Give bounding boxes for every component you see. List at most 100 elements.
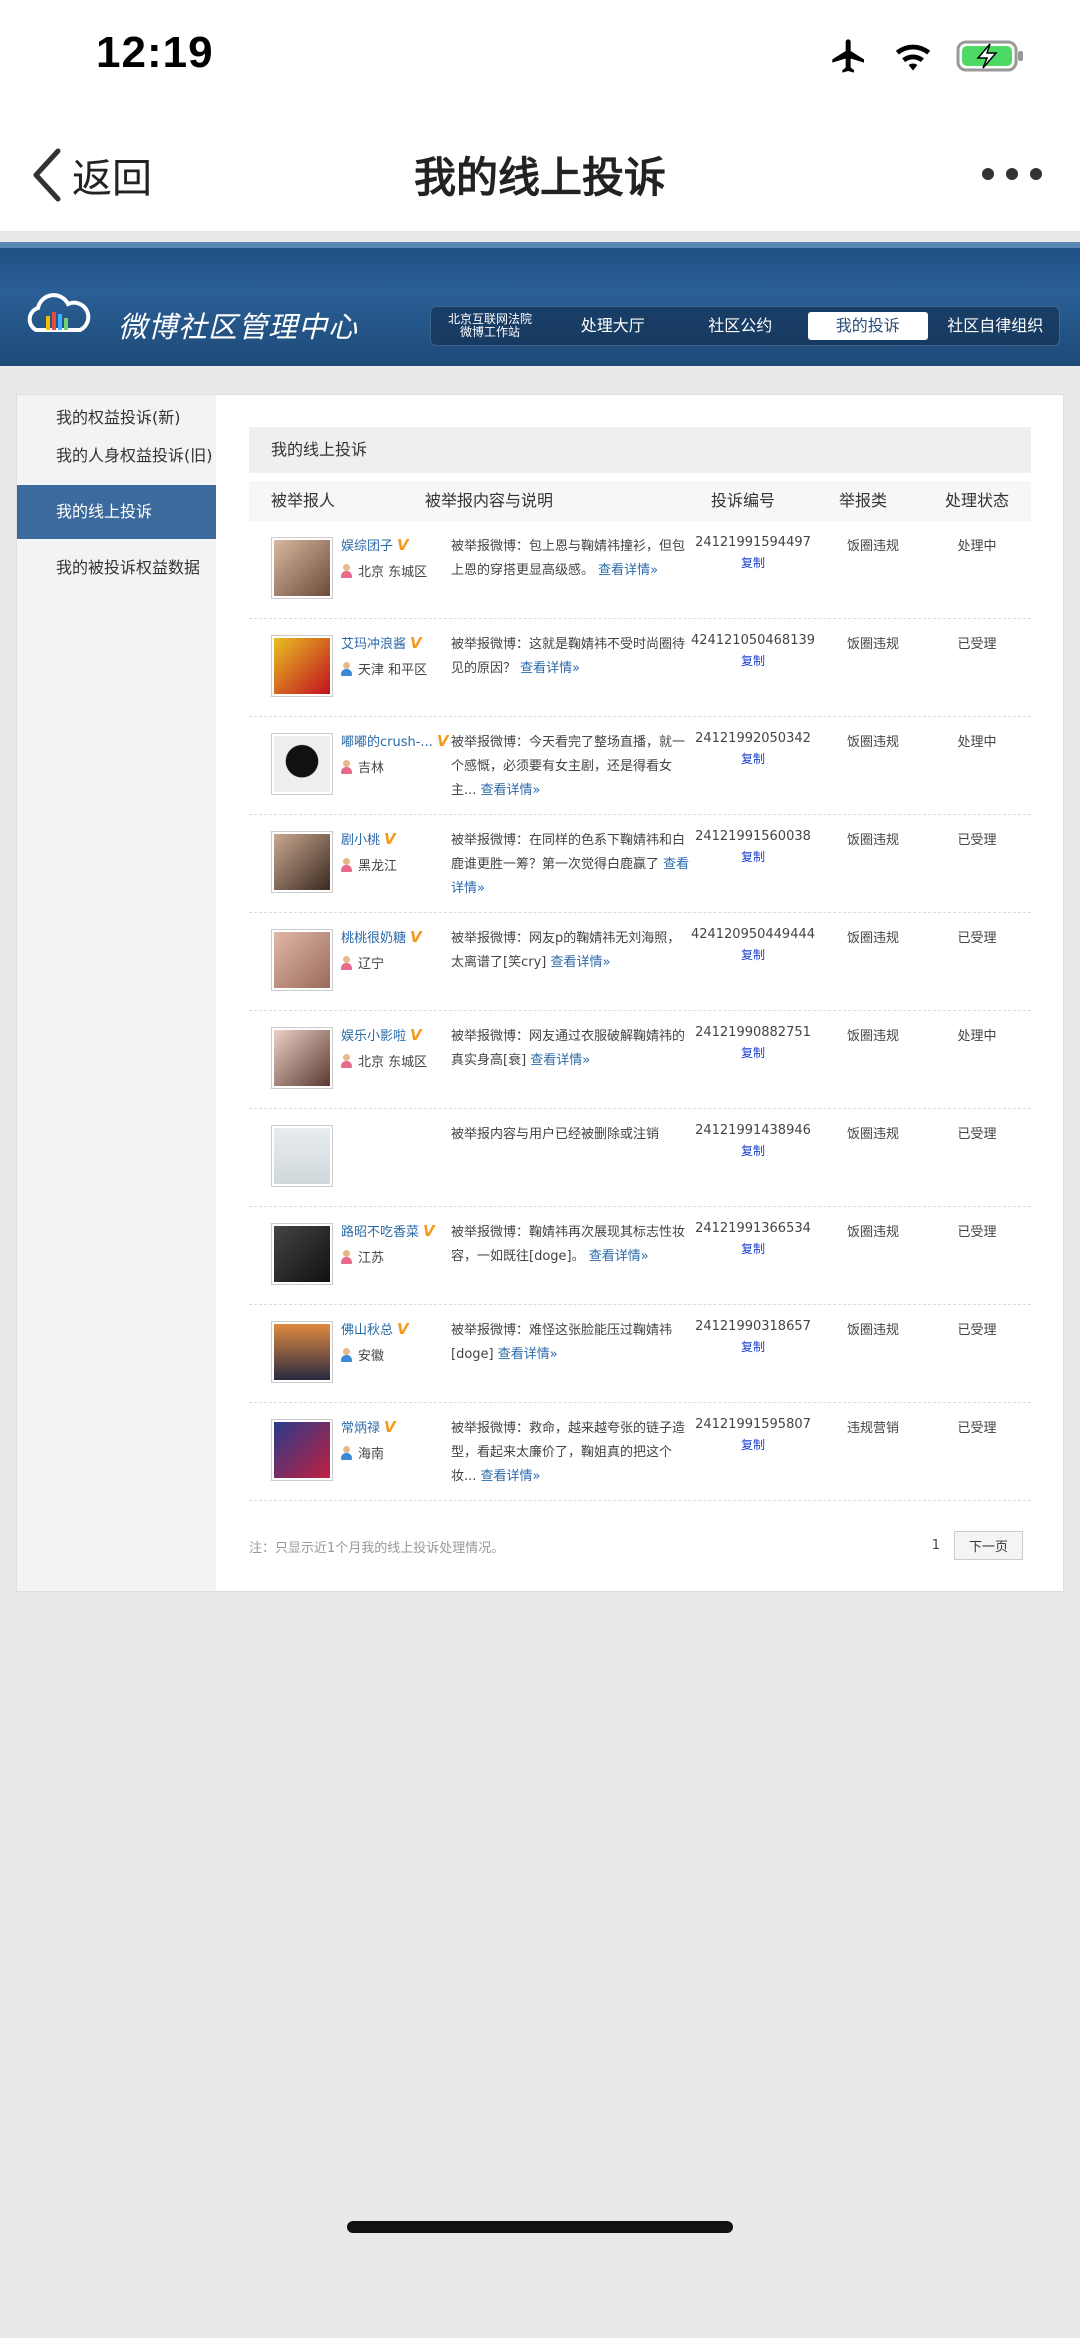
complaint-id-text: 24121990318657: [695, 1319, 811, 1334]
person-icon: [341, 563, 352, 578]
complaint-id: 24121990318657 复制: [683, 1319, 823, 1355]
user-name-link[interactable]: 娱综团子 V: [341, 535, 451, 555]
more-menu-button[interactable]: [982, 168, 1042, 180]
status-time: 12:19: [96, 28, 214, 77]
copy-button[interactable]: 复制: [683, 1044, 823, 1061]
complaint-category: 饭圈违规: [846, 1029, 899, 1044]
wifi-icon: [895, 44, 931, 71]
user-name-link[interactable]: 路昭不吃香菜 V: [341, 1221, 451, 1241]
copy-button[interactable]: 复制: [683, 554, 823, 571]
table-row: 嘟嘟的crush-... V 吉林 被举报微博：今天看完了整场直播，就一个感慨，必…: [249, 717, 1031, 815]
avatar[interactable]: [271, 537, 333, 599]
avatar[interactable]: [271, 733, 333, 795]
sidebar-item-personal-rights-old[interactable]: 我的人身权益投诉(旧): [17, 435, 216, 477]
complaint-content: 被举报微博：在同样的色系下鞠婧祎和白鹿谁更胜一筹？第一次觉得白鹿赢了 查看详情»: [451, 829, 693, 901]
user-location: 海南: [341, 1443, 451, 1462]
menu-item-convention[interactable]: 社区公约: [681, 312, 801, 340]
complaint-status: 处理中: [957, 1029, 997, 1044]
sidebar-item-rights-new[interactable]: 我的权益投诉(新): [17, 401, 216, 435]
view-detail-link[interactable]: 查看详情»: [520, 661, 580, 676]
complaint-id-text: 424120950449444: [690, 927, 816, 942]
user-name-link[interactable]: 艾玛冲浪酱 V: [341, 633, 451, 653]
complaint-category: 饭圈违规: [846, 833, 899, 848]
footer-note: 注：只显示近1个月我的线上投诉处理情况。: [249, 1541, 505, 1556]
copy-button[interactable]: 复制: [683, 848, 823, 865]
complaint-category: 饭圈违规: [846, 1225, 899, 1240]
complaint-content: 被举报微博：网友p的鞠婧祎无刘海照，太离谱了[笑cry] 查看详情»: [451, 927, 693, 975]
person-icon: [341, 759, 352, 774]
dot-icon: [1030, 168, 1042, 180]
location-text: 安徽: [358, 1349, 385, 1364]
copy-button[interactable]: 复制: [683, 1142, 823, 1159]
avatar[interactable]: [271, 1027, 333, 1089]
view-detail-link[interactable]: 查看详情»: [498, 1347, 558, 1362]
copy-button[interactable]: 复制: [683, 946, 823, 963]
reported-user: 常炳禄 V 海南: [341, 1417, 451, 1462]
complaint-category: 饭圈违规: [846, 1127, 899, 1142]
copy-button[interactable]: 复制: [683, 750, 823, 767]
menu-item-my-complaints[interactable]: 我的投诉: [808, 312, 928, 340]
next-page-button[interactable]: 下一页: [953, 1531, 1023, 1560]
complaint-id-text: 24121990882751: [695, 1025, 811, 1040]
complaint-id-text: 424121050468139: [690, 633, 816, 648]
avatar[interactable]: [271, 1419, 333, 1481]
view-detail-link[interactable]: 查看详情»: [550, 955, 610, 970]
complaint-id: 24121990882751 复制: [683, 1025, 823, 1061]
complaint-list: 我的线上投诉 被举报人 被举报内容与说明 投诉编号 举报类 处理状态 娱综团子 V…: [249, 427, 1031, 1501]
user-name-link[interactable]: 剧小桃 V: [341, 829, 451, 849]
location-text: 北京 东城区: [358, 1055, 428, 1070]
complaint-content: 被举报微博：今天看完了整场直播，就一个感慨，必须要有女主剧，还是得看女主... …: [451, 731, 693, 803]
sidebar-item-complained-data[interactable]: 我的被投诉权益数据: [17, 547, 216, 589]
cloud-logo-icon: [27, 293, 91, 332]
view-detail-link[interactable]: 查看详情»: [589, 1249, 649, 1264]
location-text: 黑龙江: [358, 859, 398, 874]
user-name-link[interactable]: 娱乐小影啦 V: [341, 1025, 451, 1045]
verified-v-icon: V: [423, 1221, 435, 1240]
user-name-link[interactable]: 嘟嘟的crush-... V: [341, 731, 451, 751]
user-name-link[interactable]: 常炳禄 V: [341, 1417, 451, 1437]
complaint-status: 已受理: [957, 931, 997, 946]
copy-button[interactable]: 复制: [683, 1436, 823, 1453]
court-link[interactable]: 北京互联网法院 微博工作站: [431, 313, 549, 339]
content-text: 被举报内容与用户已经被删除或注销: [451, 1127, 660, 1142]
content-text: 被举报微博：难怪这张脸能压过鞠婧祎[doge]: [451, 1323, 673, 1362]
location-text: 辽宁: [358, 957, 385, 972]
complaint-status: 处理中: [957, 735, 997, 750]
view-detail-link[interactable]: 查看详情»: [598, 563, 658, 578]
copy-button[interactable]: 复制: [683, 1338, 823, 1355]
table-row: 桃桃很奶糖 V 辽宁 被举报微博：网友p的鞠婧祎无刘海照，太离谱了[笑cry] 查…: [249, 913, 1031, 1011]
table-row: 常炳禄 V 海南 被举报微博：救命，越来越夸张的链子造型，看起来太廉价了，鞠姐真的…: [249, 1403, 1031, 1501]
location-text: 海南: [358, 1447, 385, 1462]
user-name-link[interactable]: 佛山秋总 V: [341, 1319, 451, 1339]
reported-user: 佛山秋总 V 安徽: [341, 1319, 451, 1364]
sidebar-item-online-complaints[interactable]: 我的线上投诉: [17, 485, 216, 539]
user-location: 北京 东城区: [341, 1051, 451, 1070]
avatar[interactable]: [271, 1125, 333, 1187]
reported-user: 路昭不吃香菜 V 江苏: [341, 1221, 451, 1266]
user-name-link[interactable]: 桃桃很奶糖 V: [341, 927, 451, 947]
complaint-id: 24121991560038 复制: [683, 829, 823, 865]
page-number[interactable]: 1: [932, 1538, 940, 1553]
complaint-content: 被举报微博：鞠婧祎再次展现其标志性妆容，一如既往[doge]。 查看详情»: [451, 1221, 693, 1269]
person-icon: [341, 1347, 352, 1362]
avatar[interactable]: [271, 831, 333, 893]
table-row: 佛山秋总 V 安徽 被举报微博：难怪这张脸能压过鞠婧祎[doge] 查看详情» 2…: [249, 1305, 1031, 1403]
content-text: 被举报微博：在同样的色系下鞠婧祎和白鹿谁更胜一筹？第一次觉得白鹿赢了: [451, 833, 686, 872]
copy-button[interactable]: 复制: [683, 652, 823, 669]
view-detail-link[interactable]: 查看详情»: [530, 1053, 590, 1068]
user-location: 辽宁: [341, 953, 451, 972]
view-detail-link[interactable]: 查看详情»: [481, 1469, 541, 1484]
avatar[interactable]: [271, 1321, 333, 1383]
menu-item-hall[interactable]: 处理大厅: [553, 312, 673, 340]
avatar[interactable]: [271, 1223, 333, 1285]
view-detail-link[interactable]: 查看详情»: [481, 783, 541, 798]
complaint-content: 被举报微博：这就是鞠婧祎不受时尚圈待见的原因？ 查看详情»: [451, 633, 693, 681]
avatar[interactable]: [271, 929, 333, 991]
person-icon: [341, 1053, 352, 1068]
verified-v-icon: V: [384, 1417, 396, 1436]
complaint-id-text: 24121991594497: [695, 535, 811, 550]
avatar[interactable]: [271, 635, 333, 697]
complaint-content: 被举报内容与用户已经被删除或注销: [451, 1123, 693, 1147]
menu-item-self-discipline[interactable]: 社区自律组织: [936, 312, 1056, 340]
copy-button[interactable]: 复制: [683, 1240, 823, 1257]
